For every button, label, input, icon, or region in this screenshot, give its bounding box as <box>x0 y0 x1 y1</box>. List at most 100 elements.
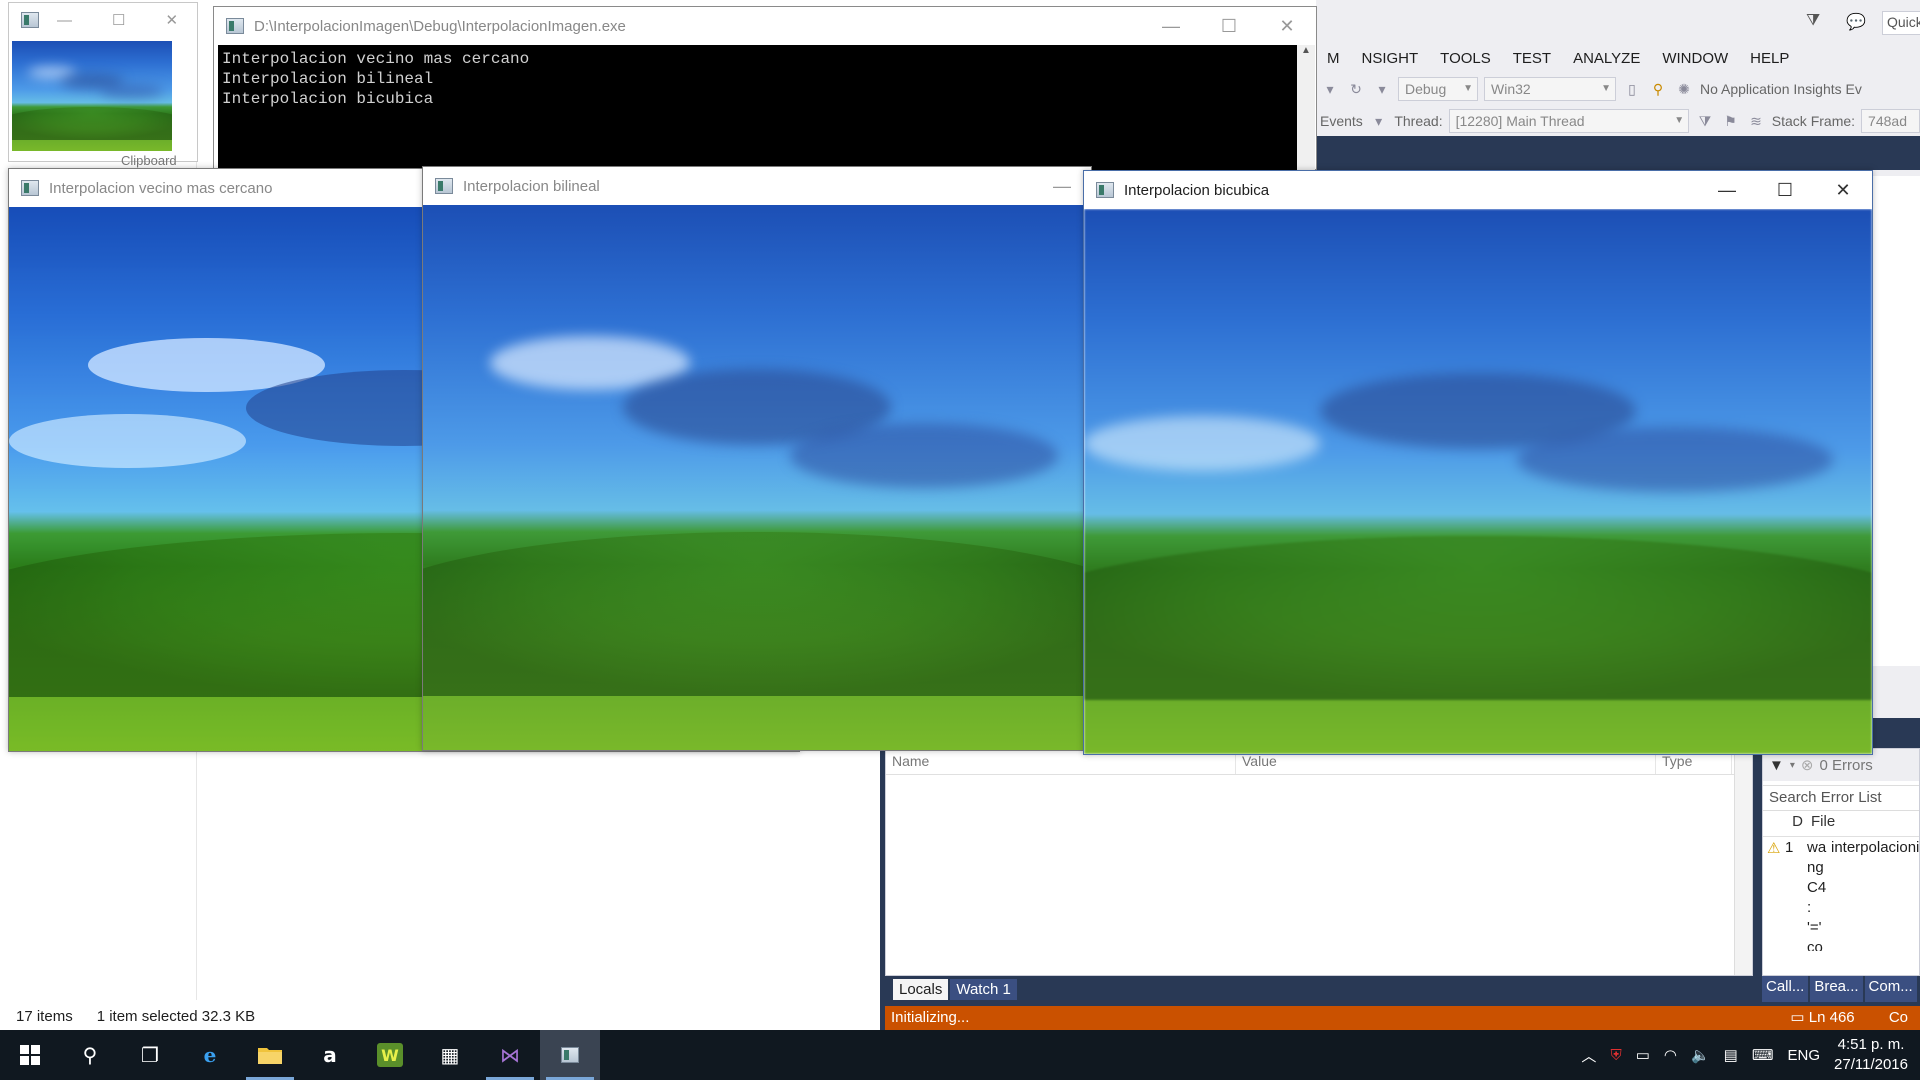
events-label[interactable]: Events <box>1320 113 1363 129</box>
image-viewer-small-window[interactable]: — ☐ ✕ Clipboard <box>8 2 198 168</box>
clock-time: 4:51 p. m. <box>1837 1036 1905 1053</box>
battery-icon[interactable]: ▭ <box>1636 1046 1650 1064</box>
filter-icon[interactable]: ⧩ <box>1695 111 1715 131</box>
find-icon[interactable]: ⚲ <box>1648 79 1668 99</box>
status-line: Ln 466 <box>1808 1009 1855 1026</box>
console-scrollbar[interactable]: ▲ <box>1297 45 1315 171</box>
action-center-icon[interactable]: ▤ <box>1724 1046 1738 1064</box>
feedback-icon[interactable]: 💬 <box>1846 12 1866 32</box>
bilinear-titlebar[interactable]: Interpolacion bilineal — <box>423 167 1091 205</box>
error-row[interactable]: ⚠ 1 wa interpolacioni ng C4 : '=' co <box>1763 839 1919 959</box>
maximize-icon[interactable]: ☐ <box>112 11 125 29</box>
dropdown-arrow-icon[interactable]: ▾ <box>1369 111 1389 131</box>
col-file[interactable]: File <box>1807 813 1835 836</box>
error-row-number: 1 <box>1785 839 1794 856</box>
errors-count[interactable]: 0 Errors <box>1819 757 1872 774</box>
wifi-icon[interactable]: ◠ <box>1664 1046 1677 1064</box>
tab-watch-1[interactable]: Watch 1 <box>950 978 1017 1000</box>
console-output[interactable]: Interpolacion vecino mas cercano Interpo… <box>218 45 1298 171</box>
interpolation-app-icon[interactable] <box>540 1030 600 1080</box>
menu-analyze[interactable]: ANALYZE <box>1562 50 1651 67</box>
start-button[interactable] <box>0 1030 60 1080</box>
selection-info: 1 item selected 32.3 KB <box>96 1007 256 1025</box>
refresh-icon[interactable]: ↻ <box>1346 79 1366 99</box>
quick-launch-input[interactable]: Quick <box>1882 11 1920 35</box>
volume-icon[interactable]: 🔈 <box>1691 1046 1710 1064</box>
keyboard-icon[interactable]: ⌨ <box>1752 1046 1774 1064</box>
flag-icon[interactable]: ⚑ <box>1721 111 1741 131</box>
notification-filter-icon[interactable]: ⧩ <box>1806 12 1820 30</box>
nearest-window-title: Interpolacion vecino mas cercano <box>49 179 273 197</box>
app-insights-label[interactable]: No Application Insights Ev <box>1700 81 1862 97</box>
minimize-icon[interactable]: — <box>57 12 72 29</box>
filter-icon[interactable]: ▼ <box>1769 757 1784 774</box>
menu-help[interactable]: HELP <box>1739 50 1800 67</box>
amazon-icon[interactable]: a <box>300 1030 360 1080</box>
close-icon[interactable]: ✕ <box>1814 171 1872 209</box>
hill-shape <box>1084 536 1872 700</box>
menu-tools[interactable]: TOOLS <box>1429 50 1502 67</box>
dropdown-arrow-icon[interactable]: ▾ <box>1790 760 1795 771</box>
file-explorer-icon[interactable] <box>240 1030 300 1080</box>
console-title: D:\InterpolacionImagen\Debug\Interpolaci… <box>254 17 626 35</box>
shield-icon[interactable]: ⛨ <box>1610 1047 1621 1064</box>
app-icon <box>561 1047 579 1063</box>
window-controls: — ☐ ✕ <box>1142 7 1316 45</box>
menu-window[interactable]: WINDOW <box>1651 50 1739 67</box>
error-desc-6: co <box>1807 939 1823 951</box>
language-indicator[interactable]: ENG <box>1788 1047 1821 1064</box>
stack-frame-combo[interactable]: 748ad <box>1861 109 1920 133</box>
menu-nsight[interactable]: NSIGHT <box>1351 50 1430 67</box>
bicubic-titlebar[interactable]: Interpolacion bicubica — ☐ ✕ <box>1084 171 1872 209</box>
tab-breakpoints[interactable]: Brea... <box>1810 976 1863 1002</box>
folder-shape <box>258 1048 282 1064</box>
console-window[interactable]: D:\InterpolacionImagen\Debug\Interpolaci… <box>213 6 1317 171</box>
locals-panel: Name Value Type <box>885 748 1753 976</box>
col-description[interactable]: D <box>1763 813 1807 836</box>
maximize-icon[interactable]: ☐ <box>1756 171 1814 209</box>
threads-icon[interactable]: ≋ <box>1746 111 1766 131</box>
error-list-search[interactable]: Search Error List <box>1763 785 1919 811</box>
tab-command[interactable]: Com... <box>1864 976 1917 1002</box>
vs-status-bar: Initializing... ▭ Ln 466 Co <box>885 1006 1920 1030</box>
windows-logo-icon <box>20 1045 40 1065</box>
chevron-up-icon[interactable]: ︿ <box>1581 1045 1596 1066</box>
landscape-image <box>12 41 172 151</box>
config-combo[interactable]: Debug ▼ <box>1398 77 1478 101</box>
menu-test[interactable]: TEST <box>1502 50 1562 67</box>
minimize-icon[interactable]: — <box>1142 7 1200 45</box>
status-position: ▭ Ln 466 Co <box>1790 1006 1908 1030</box>
thread-combo[interactable]: [12280] Main Thread ▼ <box>1448 109 1690 133</box>
console-titlebar[interactable]: D:\InterpolacionImagen\Debug\Interpolaci… <box>214 7 1316 45</box>
dropdown-arrow-icon[interactable]: ▾ <box>1372 79 1392 99</box>
hill-shape <box>423 532 1091 696</box>
store-icon[interactable]: ▦ <box>420 1030 480 1080</box>
dropdown-arrow-icon[interactable]: ▾ <box>1320 79 1340 99</box>
vs-editor-area <box>1872 176 1920 666</box>
maximize-icon[interactable]: ☐ <box>1200 7 1258 45</box>
app-w-icon[interactable]: W <box>360 1030 420 1080</box>
vs-document-well <box>1316 136 1920 170</box>
error-circle-icon[interactable]: ⊗ <box>1801 756 1814 774</box>
close-icon[interactable]: ✕ <box>1258 7 1316 45</box>
tab-locals[interactable]: Locals <box>893 978 949 1000</box>
bicubic-window[interactable]: Interpolacion bicubica — ☐ ✕ <box>1083 170 1873 755</box>
device-icon[interactable]: ▯ <box>1622 79 1642 99</box>
task-view-icon[interactable]: ❐ <box>120 1030 180 1080</box>
close-icon[interactable]: ✕ <box>165 11 178 29</box>
app-icon <box>435 178 453 194</box>
small-window-titlebar[interactable]: — ☐ ✕ <box>9 3 197 37</box>
platform-combo[interactable]: Win32 ▼ <box>1484 77 1616 101</box>
visual-studio-icon[interactable]: ⋈ <box>480 1030 540 1080</box>
menu-m[interactable]: M <box>1316 50 1351 67</box>
edge-icon[interactable]: e <box>180 1030 240 1080</box>
insights-icon[interactable]: ✺ <box>1674 79 1694 99</box>
scroll-up-icon[interactable]: ▲ <box>1297 45 1315 56</box>
locals-scrollbar[interactable] <box>1734 749 1752 975</box>
bilinear-window[interactable]: Interpolacion bilineal — <box>422 166 1092 751</box>
clock[interactable]: 4:51 p. m. 27/11/2016 <box>1834 1035 1908 1075</box>
tab-call-stack[interactable]: Call... <box>1762 976 1809 1002</box>
bicubic-image-area <box>1084 209 1872 754</box>
search-icon[interactable]: ⚲ <box>60 1030 120 1080</box>
minimize-icon[interactable]: — <box>1698 171 1756 209</box>
